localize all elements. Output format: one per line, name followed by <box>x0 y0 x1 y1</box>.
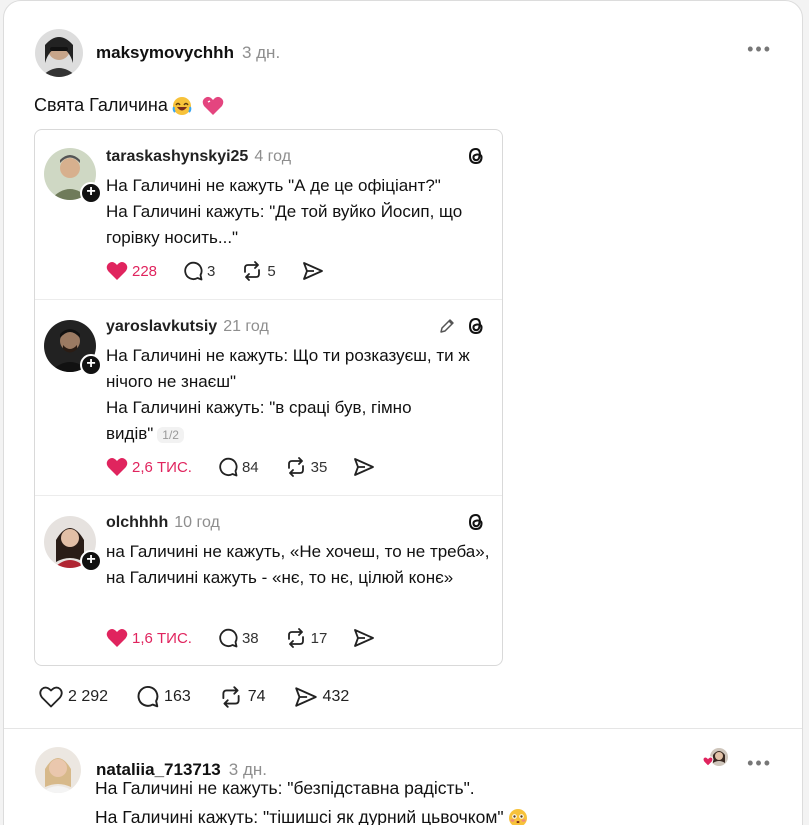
reply-button[interactable]: 38 <box>218 628 259 648</box>
repost-count: 74 <box>247 687 266 705</box>
more-icon[interactable]: ••• <box>747 754 772 772</box>
edit-icon <box>440 319 454 333</box>
page-indicator: 1/2 <box>157 426 184 443</box>
comment-icon <box>219 457 238 477</box>
plus-icon[interactable]: + <box>80 182 102 204</box>
post-text: Свята Галичина <box>34 95 224 116</box>
share-icon <box>302 262 323 280</box>
share-button[interactable] <box>302 261 324 281</box>
repost-count: 5 <box>267 262 276 280</box>
embedded-threads[interactable]: + taraskashynskyi25 4 год На Галичині не… <box>34 129 503 666</box>
quoted-thread[interactable]: + olchhhh 10 год на Галичині не кажуть, … <box>35 496 502 665</box>
reply-button[interactable]: 84 <box>218 457 259 477</box>
quote-text: На Галичині не кажуть "А де це офіціант?… <box>106 173 492 251</box>
quote-actions: 2,6 ТИС. 84 35 <box>106 457 401 477</box>
repost-icon <box>287 628 304 648</box>
reply-line: На Галичині не кажуть: "безпідставна рад… <box>95 778 475 798</box>
quote-avatar[interactable]: + <box>44 516 102 572</box>
post-actions: 2 292 163 74 432 <box>39 685 377 708</box>
reply-line-text: На Галичині кажуть: "тішишсі як дурний ц… <box>95 807 504 825</box>
laughing-emoji-icon <box>172 96 192 115</box>
like-count: 1,6 ТИС. <box>132 629 192 647</box>
quote-time: 21 год <box>223 318 269 335</box>
heart-emoji-icon <box>202 96 224 115</box>
reply-button[interactable]: 3 <box>183 261 215 281</box>
reply-count: 163 <box>164 687 191 705</box>
threads-logo-icon[interactable] <box>466 512 486 532</box>
share-button[interactable] <box>353 628 375 648</box>
quote-avatar[interactable]: + <box>44 320 102 376</box>
reply-button[interactable]: 163 <box>136 685 191 708</box>
repost-button[interactable]: 35 <box>285 457 328 477</box>
repost-icon <box>287 457 304 477</box>
heart-icon <box>106 629 128 647</box>
more-icon[interactable]: ••• <box>747 40 772 58</box>
post-time: 3 дн. <box>241 43 281 62</box>
like-button[interactable]: 1,6 ТИС. <box>106 628 192 648</box>
quote-line-text: На Галичині кажуть: "в сраці був, гімно … <box>106 398 412 443</box>
repost-count: 17 <box>310 629 328 647</box>
threads-logo-icon[interactable] <box>466 146 486 166</box>
quote-time: 10 год <box>174 514 220 531</box>
quote-avatar[interactable]: + <box>44 148 102 204</box>
comment-icon <box>184 261 203 281</box>
quote-text: На Галичині не кажуть: Що ти розказуєш, … <box>106 343 492 448</box>
quote-line: На Галичині не кажуть: Що ти розказуєш, … <box>106 346 470 391</box>
heart-icon <box>106 458 128 476</box>
quote-text: на Галичині не кажуть, «Не хочеш, то не … <box>106 539 492 591</box>
quote-line: на Галичині не кажуть, «Не хочеш, то не … <box>106 542 490 561</box>
share-button[interactable] <box>353 457 375 477</box>
plus-icon[interactable]: + <box>80 550 102 572</box>
comment-icon <box>137 685 159 708</box>
reply-text: На Галичині не кажуть: "безпідставна рад… <box>95 774 528 825</box>
heart-icon <box>39 686 63 707</box>
quote-line: На Галичині не кажуть "А де це офіціант?… <box>106 176 441 195</box>
comment-icon <box>219 628 238 648</box>
liked-by-avatars-icon[interactable] <box>702 747 728 769</box>
repost-icon <box>244 261 261 281</box>
quote-time: 4 год <box>254 148 292 165</box>
quote-username[interactable]: yaroslavkutsiy <box>106 318 217 336</box>
like-button[interactable]: 2,6 ТИС. <box>106 457 192 477</box>
avatar[interactable] <box>35 747 81 793</box>
quote-username[interactable]: olchhhh <box>106 514 168 532</box>
thread-card: maksymovychhh 3 дн. ••• Свята Галичина +… <box>3 0 803 825</box>
reply-count: 38 <box>241 629 259 647</box>
repost-button[interactable]: 74 <box>219 685 266 708</box>
quote-line: на Галичині кажуть - «нє, то нє, цілюй к… <box>106 568 454 587</box>
quoted-thread[interactable]: + taraskashynskyi25 4 год На Галичині не… <box>35 130 502 300</box>
reply-count: 3 <box>207 262 216 280</box>
divider <box>4 728 802 729</box>
share-button[interactable]: 432 <box>294 686 350 708</box>
repost-count: 35 <box>310 458 328 476</box>
share-icon <box>354 629 375 647</box>
post-header: maksymovychhh 3 дн. <box>35 29 280 77</box>
share-icon <box>294 686 317 707</box>
like-button[interactable]: 228 <box>106 261 157 281</box>
flushed-emoji-icon <box>508 808 527 825</box>
like-count: 2,6 ТИС. <box>132 458 192 476</box>
quote-line: На Галичині кажуть: "Де той вуйко Йосип,… <box>106 202 463 247</box>
avatar[interactable] <box>35 29 83 77</box>
post-text-content: Свята Галичина <box>34 95 168 115</box>
repost-icon <box>222 685 240 708</box>
like-count: 228 <box>132 262 158 280</box>
repost-button[interactable]: 17 <box>285 628 328 648</box>
plus-icon[interactable]: + <box>80 354 102 376</box>
quote-actions: 228 3 5 <box>106 261 350 281</box>
share-icon <box>354 458 375 476</box>
repost-button[interactable]: 5 <box>241 261 276 281</box>
quote-username[interactable]: taraskashynskyi25 <box>106 148 248 166</box>
quoted-thread[interactable]: + yaroslavkutsiy 21 год На Галичині не к… <box>35 300 502 496</box>
threads-logo-icon[interactable] <box>466 316 486 336</box>
reply-line: На Галичині кажуть: "тішишсі як дурний ц… <box>95 803 528 825</box>
quote-actions: 1,6 ТИС. 38 17 <box>106 628 401 648</box>
post-username[interactable]: maksymovychhh <box>96 43 234 63</box>
share-count: 432 <box>322 687 350 705</box>
heart-icon <box>106 262 128 280</box>
like-button[interactable]: 2 292 <box>39 686 108 708</box>
quote-line: На Галичині кажуть: "в сраці був, гімно … <box>106 395 492 448</box>
reply-count: 84 <box>241 458 259 476</box>
like-count: 2 292 <box>68 687 109 705</box>
